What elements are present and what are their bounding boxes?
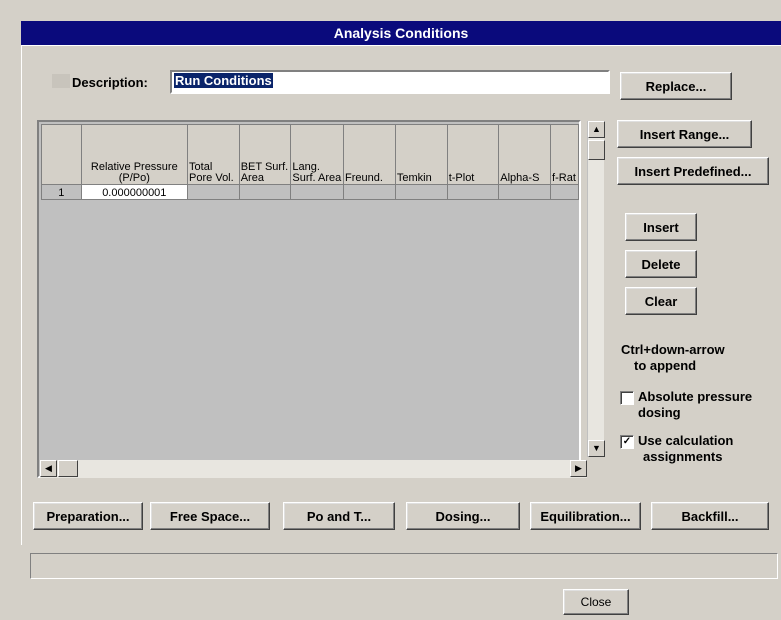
table-row[interactable]: 1 0.000000001 [41, 184, 579, 200]
preparation-button[interactable]: Preparation... [33, 502, 143, 530]
absolute-pressure-checkbox[interactable]: Absolute pressure dosing [620, 389, 752, 421]
append-hint-line2: to append [634, 358, 697, 373]
calc-assignments-checkbox[interactable]: ✓ Use calculation assignments [620, 433, 733, 465]
empty-cell[interactable] [550, 184, 579, 200]
equilibration-button[interactable]: Equilibration... [530, 502, 641, 530]
append-hint-line1: Ctrl+down-arrow [621, 342, 725, 357]
empty-cell[interactable] [446, 184, 500, 200]
status-bar [30, 553, 778, 579]
pressure-cell[interactable]: 0.000000001 [80, 184, 189, 200]
col-total-pore-vol[interactable]: Total Pore Vol. [187, 124, 240, 185]
col-f-rat[interactable]: f-Rat [550, 124, 579, 185]
grid-table: Relative Pressure (P/Po) Total Pore Vol.… [41, 124, 579, 200]
horizontal-scrollbar[interactable]: ◀ ▶ [40, 460, 587, 478]
window-title: Analysis Conditions [21, 21, 781, 45]
check-icon[interactable]: ✓ [620, 435, 634, 449]
grid-header-row: Relative Pressure (P/Po) Total Pore Vol.… [41, 124, 579, 185]
description-label: Description: [72, 75, 148, 90]
scroll-down-icon[interactable]: ▼ [588, 440, 605, 457]
vertical-scrollbar[interactable]: ▲ ▼ [587, 121, 605, 457]
description-value: Run Conditions [174, 73, 273, 88]
scroll-thumb[interactable] [588, 140, 605, 160]
description-input[interactable]: Run Conditions [170, 70, 610, 94]
col-temkin[interactable]: Temkin [394, 124, 448, 185]
insert-range-button[interactable]: Insert Range... [617, 120, 752, 148]
empty-cell[interactable] [498, 184, 552, 200]
hscroll-thumb[interactable] [58, 460, 78, 477]
clear-button[interactable]: Clear [625, 287, 697, 315]
free-space-button[interactable]: Free Space... [150, 502, 270, 530]
conditions-grid[interactable]: Relative Pressure (P/Po) Total Pore Vol.… [37, 120, 581, 478]
insert-button[interactable]: Insert [625, 213, 697, 241]
col-t-plot[interactable]: t-Plot [446, 124, 500, 185]
col-lang-surf-area[interactable]: Lang. Surf. Area [290, 124, 345, 185]
absolute-pressure-label: Absolute pressure [638, 389, 753, 404]
checkbox-box[interactable] [620, 391, 634, 405]
calc-assignments-label: Use calculation [638, 433, 734, 448]
col-bet-surf-area[interactable]: BET Surf. Area [238, 124, 292, 185]
backfill-button[interactable]: Backfill... [651, 502, 769, 530]
row-number: 1 [41, 184, 82, 200]
grid-corner-cell [41, 124, 82, 185]
col-alpha-s[interactable]: Alpha-S [498, 124, 552, 185]
empty-cell[interactable] [238, 184, 292, 200]
col-relative-pressure[interactable]: Relative Pressure (P/Po) [80, 124, 189, 185]
empty-cell[interactable] [343, 184, 396, 200]
empty-cell[interactable] [394, 184, 448, 200]
empty-cell[interactable] [290, 184, 345, 200]
empty-cell[interactable] [187, 184, 240, 200]
col-freund[interactable]: Freund. [343, 124, 396, 185]
scroll-left-icon[interactable]: ◀ [40, 460, 57, 477]
insert-predefined-button[interactable]: Insert Predefined... [617, 157, 769, 185]
delete-button[interactable]: Delete [625, 250, 697, 278]
scroll-up-icon[interactable]: ▲ [588, 121, 605, 138]
scroll-right-icon[interactable]: ▶ [570, 460, 587, 477]
close-button[interactable]: Close [563, 589, 629, 615]
absolute-pressure-label-2: dosing [638, 405, 681, 420]
calc-assignments-label-2: assignments [643, 449, 723, 464]
dosing-button[interactable]: Dosing... [406, 502, 520, 530]
description-label-bg [52, 74, 70, 88]
append-hint: Ctrl+down-arrow to append [621, 342, 751, 374]
replace-button[interactable]: Replace... [620, 72, 732, 100]
po-and-t-button[interactable]: Po and T... [283, 502, 395, 530]
